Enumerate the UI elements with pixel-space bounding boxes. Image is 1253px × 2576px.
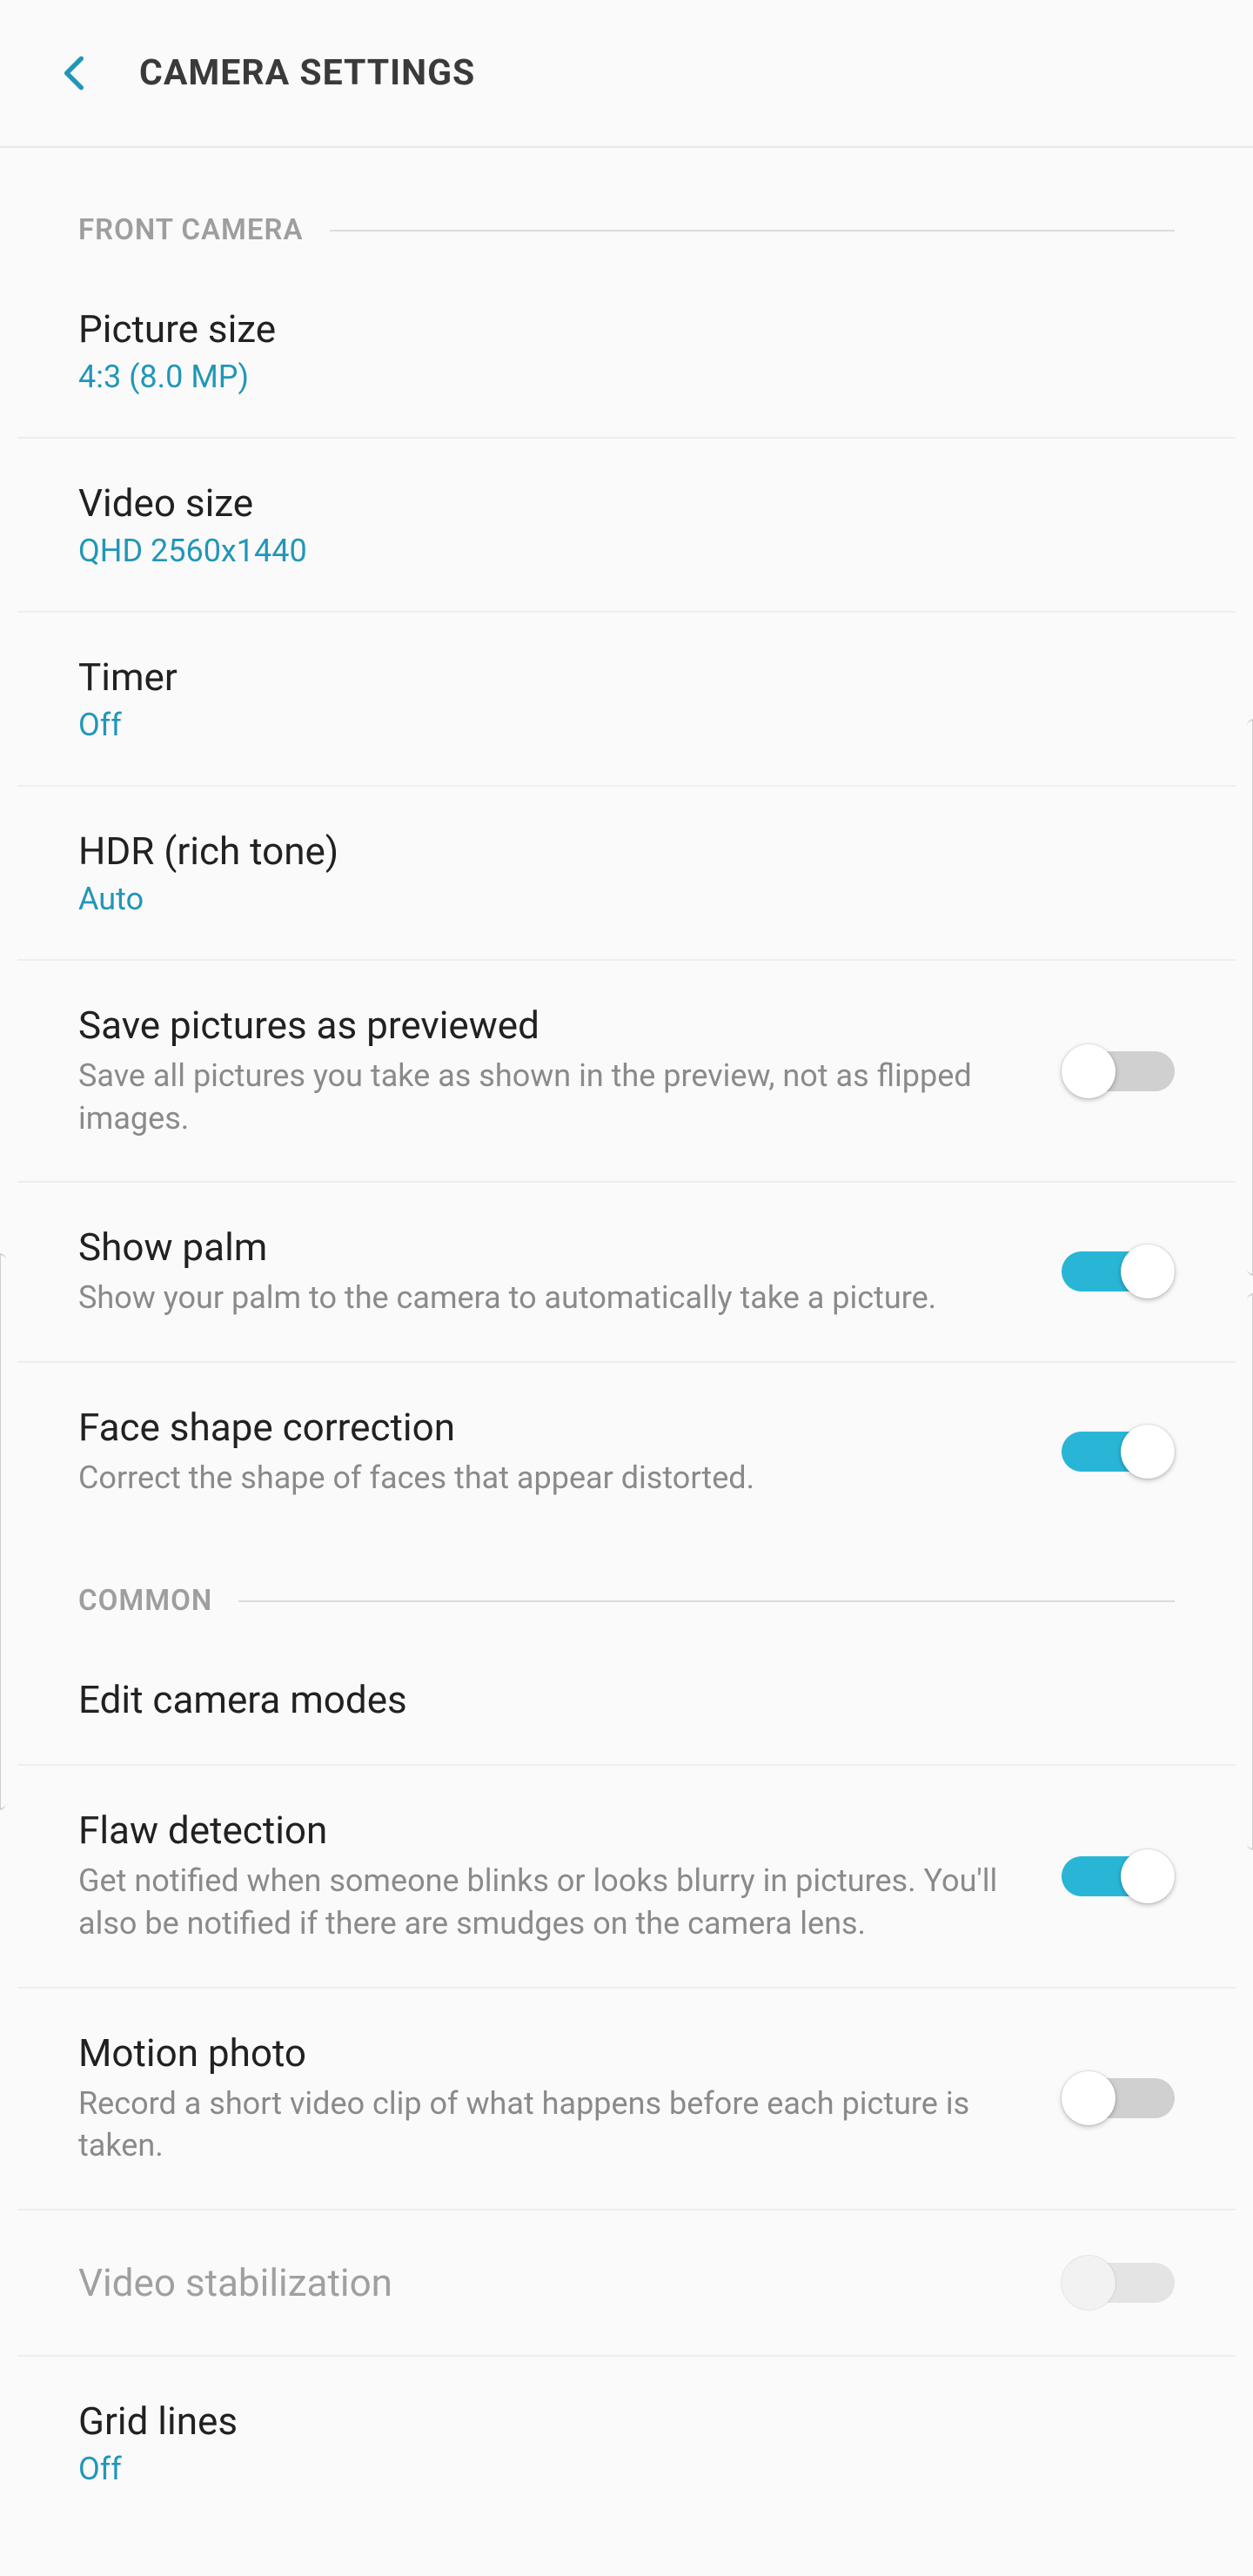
- section-label: FRONT CAMERA: [78, 213, 304, 247]
- toggle-flaw-detection[interactable]: [1062, 1846, 1175, 1907]
- row-value: Auto: [78, 881, 1175, 917]
- row-hdr[interactable]: HDR (rich tone) Auto: [17, 787, 1236, 961]
- row-description: Correct the shape of faces that appear d…: [78, 1457, 1027, 1499]
- row-description: Show your palm to the camera to automati…: [78, 1277, 1027, 1319]
- row-title: HDR (rich tone): [78, 828, 1175, 874]
- row-title: Picture size: [78, 306, 1175, 352]
- toggle-motion-photo[interactable]: [1062, 2068, 1175, 2129]
- row-face-shape-correction[interactable]: Face shape correction Correct the shape …: [17, 1363, 1236, 1541]
- row-timer[interactable]: Timer Off: [17, 613, 1236, 787]
- row-show-palm[interactable]: Show palm Show your palm to the camera t…: [17, 1183, 1236, 1363]
- row-value: 4:3 (8.0 MP): [78, 359, 1175, 395]
- edge-panel-handle-right[interactable]: [1247, 1293, 1253, 1850]
- section-label: COMMON: [78, 1584, 212, 1618]
- row-motion-photo[interactable]: Motion photo Record a short video clip o…: [17, 1989, 1236, 2210]
- row-title: Save pictures as previewed: [78, 1003, 1027, 1048]
- toggle-video-stabilization: [1062, 2252, 1175, 2313]
- row-description: Get notified when someone blinks or look…: [78, 1860, 1027, 1944]
- row-title: Timer: [78, 654, 1175, 700]
- row-title: Video size: [78, 480, 1175, 526]
- row-video-size[interactable]: Video size QHD 2560x1440: [17, 439, 1236, 613]
- toggle-show-palm[interactable]: [1062, 1241, 1175, 1302]
- row-title: Grid lines: [78, 2398, 1175, 2444]
- row-description: Save all pictures you take as shown in t…: [78, 1055, 1027, 1139]
- row-save-pictures-as-previewed[interactable]: Save pictures as previewed Save all pict…: [17, 961, 1236, 1183]
- page-title: CAMERA SETTINGS: [139, 52, 475, 94]
- divider: [238, 1600, 1175, 1602]
- row-grid-lines[interactable]: Grid lines Off: [17, 2357, 1236, 2529]
- row-picture-size[interactable]: Picture size 4:3 (8.0 MP): [17, 265, 1236, 439]
- row-video-stabilization: Video stabilization: [17, 2210, 1236, 2357]
- row-value: Off: [78, 707, 1175, 743]
- divider: [330, 230, 1176, 231]
- section-header-common: COMMON: [17, 1540, 1236, 1635]
- toggle-save-previewed[interactable]: [1062, 1041, 1175, 1102]
- edge-panel-handle-right[interactable]: [1247, 719, 1253, 1276]
- row-description: Record a short video clip of what happen…: [78, 2083, 1027, 2167]
- toggle-face-shape[interactable]: [1062, 1421, 1175, 1482]
- settings-list: FRONT CAMERA Picture size 4:3 (8.0 MP) V…: [0, 148, 1253, 2564]
- edge-panel-handle-left[interactable]: [0, 1253, 6, 1810]
- row-title: Video stabilization: [78, 2260, 1027, 2305]
- row-title: Show palm: [78, 1224, 1027, 1270]
- row-title: Flaw detection: [78, 1808, 1027, 1853]
- back-icon[interactable]: [52, 51, 96, 95]
- row-flaw-detection[interactable]: Flaw detection Get notified when someone…: [17, 1766, 1236, 1988]
- section-header-front-camera: FRONT CAMERA: [17, 148, 1236, 265]
- row-title: Motion photo: [78, 2030, 1027, 2076]
- app-header: CAMERA SETTINGS: [0, 0, 1253, 148]
- row-value: QHD 2560x1440: [78, 533, 1175, 569]
- row-title: Face shape correction: [78, 1405, 1027, 1450]
- row-edit-camera-modes[interactable]: Edit camera modes: [17, 1635, 1236, 1766]
- row-value: Off: [78, 2451, 1175, 2487]
- row-title: Edit camera modes: [78, 1677, 1175, 1722]
